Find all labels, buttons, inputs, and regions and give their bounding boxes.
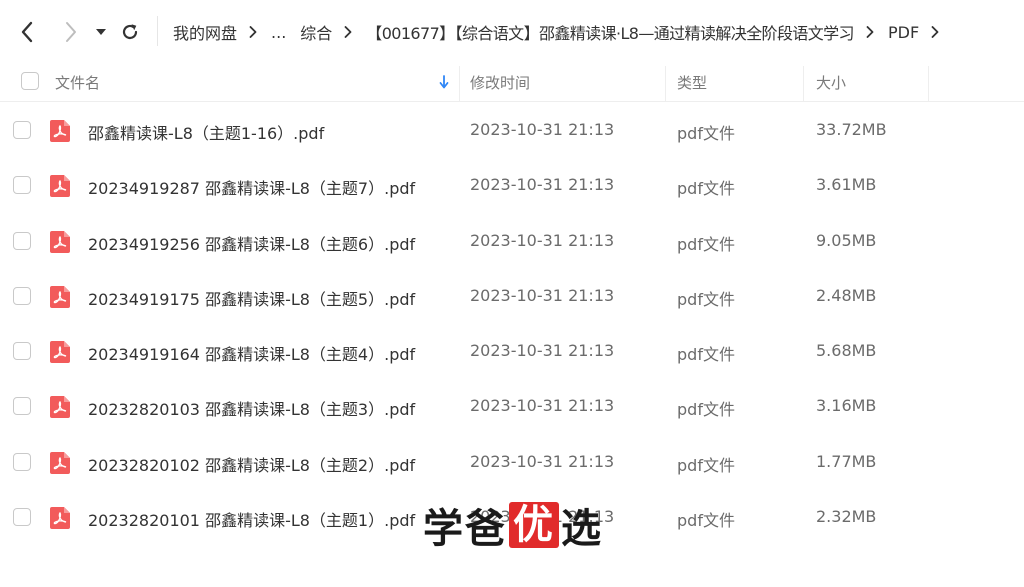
file-modified-time: 2023-10-31 21:13: [470, 120, 615, 139]
file-size: 9.05MB: [816, 231, 877, 250]
breadcrumb-item-ellipsis[interactable]: ...: [271, 23, 286, 42]
toolbar-divider: [157, 16, 158, 46]
file-size: 3.61MB: [816, 175, 877, 194]
caret-down-icon: [96, 29, 106, 35]
file-type: pdf文件: [677, 179, 735, 198]
column-divider[interactable]: [803, 66, 804, 102]
file-name[interactable]: 20232820103 邵鑫精读课-L8（主题3）.pdf: [88, 396, 415, 420]
row-checkbox[interactable]: [13, 176, 31, 194]
column-header-type[interactable]: 类型: [677, 72, 707, 93]
file-modified-time: 2023-10-31 21:13: [470, 396, 615, 415]
pdf-file-icon: [50, 507, 70, 529]
file-size: 3.16MB: [816, 396, 877, 415]
watermark-text: 学爸: [423, 505, 507, 552]
row-checkbox[interactable]: [13, 232, 31, 250]
file-name[interactable]: 20234919175 邵鑫精读课-L8（主题5）.pdf: [88, 286, 415, 310]
file-type: pdf文件: [677, 400, 735, 419]
file-modified-time: 2023-10-31 21:13: [470, 286, 615, 305]
file-name[interactable]: 邵鑫精读课-L8（主题1-16）.pdf: [88, 120, 324, 144]
table-row[interactable]: 20232820102 邵鑫精读课-L8（主题2）.pdf 2023-10-31…: [0, 435, 1024, 490]
breadcrumb-item-home[interactable]: 我的网盘: [173, 20, 237, 44]
breadcrumb-item-general[interactable]: 综合: [300, 20, 332, 44]
file-modified-time: 2023-10-31 21:13: [470, 175, 615, 194]
file-modified-time: 2023-10-31 21:13: [470, 452, 615, 471]
column-divider[interactable]: [928, 66, 929, 102]
table-row[interactable]: 20234919164 邵鑫精读课-L8（主题4）.pdf 2023-10-31…: [0, 324, 1024, 379]
pdf-file-icon: [50, 286, 70, 308]
watermark-logo: 学爸优选: [423, 500, 603, 553]
pdf-file-icon: [50, 231, 70, 253]
breadcrumb: 我的网盘 ... 综合 【001677】【综合语文】邵鑫精读课·L8—通过精读解…: [173, 19, 953, 45]
row-checkbox[interactable]: [13, 397, 31, 415]
sort-down-arrow-icon[interactable]: [439, 75, 449, 89]
pdf-file-icon: [50, 120, 70, 142]
breadcrumb-item-course-folder[interactable]: 【001677】【综合语文】邵鑫精读课·L8—通过精读解决全阶段语文学习: [366, 20, 854, 44]
chevron-left-icon: [21, 21, 33, 43]
file-name[interactable]: 20232820102 邵鑫精读课-L8（主题2）.pdf: [88, 452, 415, 476]
chevron-right-icon: [66, 22, 76, 42]
watermark-highlight: 优: [509, 502, 559, 548]
column-header-size[interactable]: 大小: [816, 72, 846, 93]
file-modified-time: 2023-10-31 21:13: [470, 341, 615, 360]
pdf-file-icon: [50, 396, 70, 418]
pdf-file-icon: [50, 341, 70, 363]
file-type: pdf文件: [677, 290, 735, 309]
column-divider[interactable]: [459, 66, 460, 102]
refresh-icon: [122, 24, 138, 40]
select-all-checkbox[interactable]: [21, 72, 39, 90]
breadcrumb-item-pdf[interactable]: PDF: [888, 23, 919, 42]
column-header-modified[interactable]: 修改时间: [470, 72, 530, 93]
row-checkbox[interactable]: [13, 342, 31, 360]
back-button[interactable]: [14, 18, 40, 46]
file-name[interactable]: 20234919164 邵鑫精读课-L8（主题4）.pdf: [88, 341, 415, 365]
table-row[interactable]: 20234919287 邵鑫精读课-L8（主题7）.pdf 2023-10-31…: [0, 158, 1024, 213]
breadcrumb-separator-icon: [344, 26, 352, 38]
file-list-header: 文件名 修改时间 类型 大小: [0, 62, 1024, 102]
row-checkbox[interactable]: [13, 121, 31, 139]
history-dropdown-button[interactable]: [94, 18, 108, 46]
table-row[interactable]: 20232820103 邵鑫精读课-L8（主题3）.pdf 2023-10-31…: [0, 379, 1024, 434]
file-type: pdf文件: [677, 235, 735, 254]
row-checkbox[interactable]: [13, 453, 31, 471]
file-type: pdf文件: [677, 511, 735, 530]
file-size: 5.68MB: [816, 341, 877, 360]
forward-button[interactable]: [58, 18, 84, 46]
table-row[interactable]: 20234919256 邵鑫精读课-L8（主题6）.pdf 2023-10-31…: [0, 214, 1024, 269]
file-name[interactable]: 20234919256 邵鑫精读课-L8（主题6）.pdf: [88, 231, 415, 255]
toolbar: 我的网盘 ... 综合 【001677】【综合语文】邵鑫精读课·L8—通过精读解…: [0, 0, 1024, 62]
file-type: pdf文件: [677, 345, 735, 364]
column-header-name[interactable]: 文件名: [55, 72, 100, 93]
file-size: 1.77MB: [816, 452, 877, 471]
row-checkbox[interactable]: [13, 508, 31, 526]
refresh-button[interactable]: [118, 18, 142, 46]
file-size: 33.72MB: [816, 120, 887, 139]
column-divider[interactable]: [665, 66, 666, 102]
watermark-text: 选: [561, 505, 603, 552]
pdf-file-icon: [50, 452, 70, 474]
file-type: pdf文件: [677, 456, 735, 475]
file-size: 2.48MB: [816, 286, 877, 305]
table-row[interactable]: 20234919175 邵鑫精读课-L8（主题5）.pdf 2023-10-31…: [0, 269, 1024, 324]
table-row[interactable]: 邵鑫精读课-L8（主题1-16）.pdf 2023-10-31 21:13 pd…: [0, 103, 1024, 158]
file-modified-time: 2023-10-31 21:13: [470, 231, 615, 250]
pdf-file-icon: [50, 175, 70, 197]
breadcrumb-separator-icon: [931, 26, 939, 38]
breadcrumb-separator-icon: [866, 26, 874, 38]
breadcrumb-separator-icon: [249, 26, 257, 38]
row-checkbox[interactable]: [13, 287, 31, 305]
file-name[interactable]: 20232820101 邵鑫精读课-L8（主题1）.pdf: [88, 507, 415, 531]
file-name[interactable]: 20234919287 邵鑫精读课-L8（主题7）.pdf: [88, 175, 415, 199]
file-size: 2.32MB: [816, 507, 877, 526]
file-type: pdf文件: [677, 124, 735, 143]
